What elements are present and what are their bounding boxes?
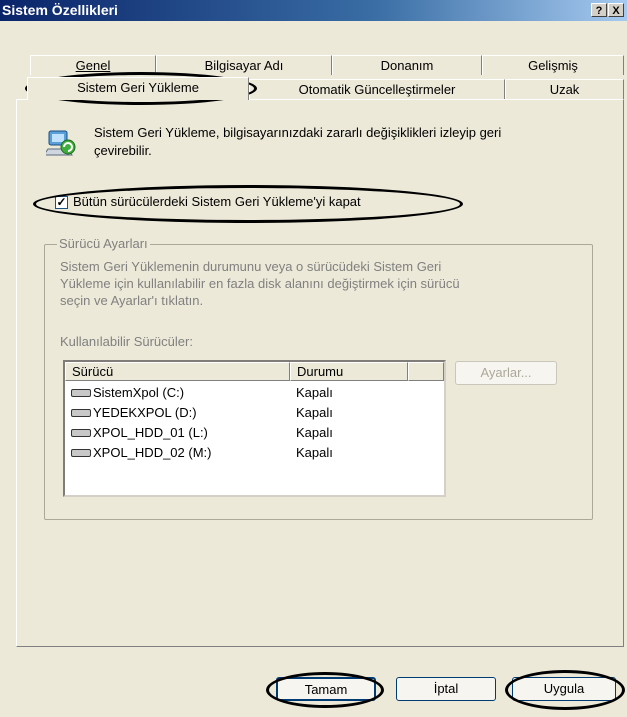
available-drives-label: Kullanılabilir Sürücüler: bbox=[60, 334, 193, 349]
drive-name: XPOL_HDD_02 (M:) bbox=[93, 445, 212, 460]
system-restore-icon bbox=[43, 127, 76, 161]
drive-icon bbox=[71, 409, 91, 417]
drive-status: Kapalı bbox=[296, 405, 333, 420]
cancel-button[interactable]: İptal bbox=[396, 677, 496, 701]
drive-name: XPOL_HDD_01 (L:) bbox=[93, 425, 208, 440]
tab-uzak[interactable]: Uzak bbox=[505, 79, 624, 99]
tab-sistem-geri-yukleme[interactable]: Sistem Geri Yükleme bbox=[27, 77, 249, 100]
drive-status: Kapalı bbox=[296, 425, 333, 440]
column-header-empty bbox=[408, 362, 444, 381]
tab-otomatik-guncellestirmeler[interactable]: Otomatik Güncelleştirmeler bbox=[249, 79, 505, 99]
drive-name: SistemXpol (C:) bbox=[93, 385, 185, 400]
drive-status: Kapalı bbox=[296, 385, 333, 400]
disable-restore-checkbox[interactable]: ✓ bbox=[55, 196, 68, 209]
column-header-drive[interactable]: Sürücü bbox=[65, 362, 290, 381]
table-row[interactable]: XPOL_HDD_01 (L:) Kapalı bbox=[65, 424, 444, 443]
drive-name: YEDEKXPOL (D:) bbox=[93, 405, 197, 420]
tab-bilgisayar-adi[interactable]: Bilgisayar Adı bbox=[156, 55, 332, 75]
tab-genel[interactable]: Genel bbox=[30, 55, 156, 75]
info-text-line1: Sistem Geri Yükleme, bilgisayarınızdaki … bbox=[94, 125, 502, 140]
drive-icon bbox=[71, 389, 91, 397]
tab-gelismis[interactable]: Gelişmiş bbox=[482, 55, 624, 75]
close-button[interactable]: X bbox=[608, 3, 624, 17]
drive-icon bbox=[71, 449, 91, 457]
apply-button[interactable]: Uygula bbox=[512, 677, 616, 701]
group-desc-line3: seçin ve Ayarlar'ı tıklatın. bbox=[60, 293, 204, 308]
settings-button[interactable]: Ayarlar... bbox=[455, 361, 557, 385]
window-title: Sistem Özellikleri bbox=[2, 2, 118, 18]
ok-button[interactable]: Tamam bbox=[276, 677, 376, 701]
tab-donanim[interactable]: Donanım bbox=[332, 55, 482, 75]
disable-restore-label[interactable]: Bütün sürücülerdeki Sistem Geri Yükleme'… bbox=[73, 194, 361, 209]
table-row[interactable]: XPOL_HDD_02 (M:) Kapalı bbox=[65, 444, 444, 463]
group-title: Sürücü Ayarları bbox=[57, 236, 150, 251]
drive-status: Kapalı bbox=[296, 445, 333, 460]
table-row[interactable]: SistemXpol (C:) Kapalı bbox=[65, 384, 444, 403]
column-header-status[interactable]: Durumu bbox=[290, 362, 408, 381]
group-desc-line2: Yükleme için kullanılabilir en fazla dis… bbox=[60, 276, 460, 291]
info-text-line2: çevirebilir. bbox=[94, 143, 152, 158]
drive-list[interactable]: Sürücü Durumu SistemXpol (C:) Kapalı YED… bbox=[63, 360, 446, 497]
group-desc-line1: Sistem Geri Yüklemenin durumunu veya o s… bbox=[60, 259, 442, 274]
drive-icon bbox=[71, 429, 91, 437]
help-button[interactable]: ? bbox=[591, 3, 607, 17]
title-bar: Sistem Özellikleri ? X bbox=[0, 0, 627, 21]
table-row[interactable]: YEDEKXPOL (D:) Kapalı bbox=[65, 404, 444, 423]
